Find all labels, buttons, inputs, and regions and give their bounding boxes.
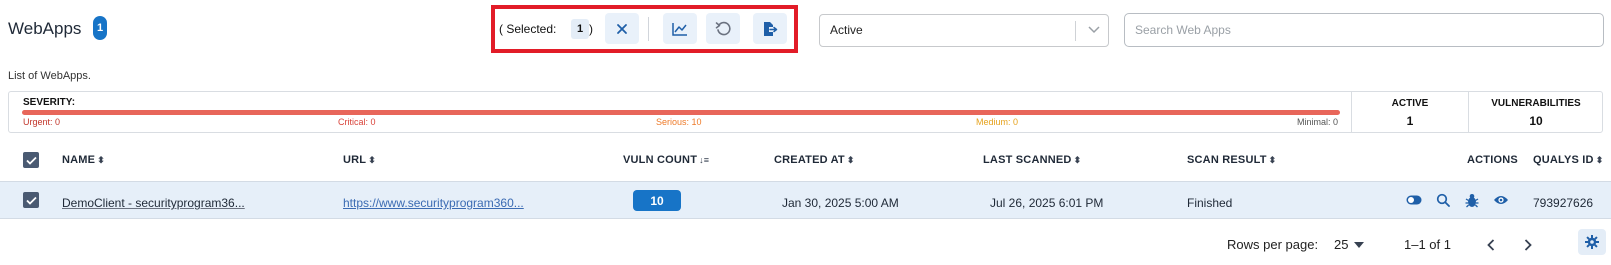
next-page-button[interactable] xyxy=(1521,236,1535,254)
count-badge: 1 xyxy=(93,16,107,40)
status-filter-value: Active xyxy=(830,23,863,37)
sort-icon: ⬍ xyxy=(1268,154,1277,165)
column-scan-result-label: SCAN RESULT xyxy=(1187,154,1267,166)
active-stat-label: ACTIVE xyxy=(1391,98,1429,109)
column-header-created-at[interactable]: CREATED AT ⬍ xyxy=(774,154,855,166)
reset-button[interactable] xyxy=(706,13,740,44)
chevron-left-icon xyxy=(1487,239,1495,251)
chart-button[interactable] xyxy=(663,13,697,44)
selected-label: ( Selected: xyxy=(499,22,557,36)
select-all-checkbox[interactable] xyxy=(23,152,39,168)
previous-page-button[interactable] xyxy=(1484,236,1498,254)
scan-result-cell: Finished xyxy=(1187,196,1233,210)
column-vuln-count-label: VULN COUNT xyxy=(623,154,698,166)
column-header-vuln-count[interactable]: VULN COUNT ↓≡ xyxy=(623,154,709,166)
column-header-url[interactable]: URL ⬍ xyxy=(343,154,376,166)
check-icon xyxy=(25,196,37,205)
toggle-icon[interactable] xyxy=(1405,191,1423,209)
column-header-last-scanned[interactable]: LAST SCANNED ⬍ xyxy=(983,154,1081,166)
chevron-right-icon xyxy=(1524,239,1532,251)
column-actions-label: ACTIONS xyxy=(1467,154,1518,166)
refresh-icon xyxy=(715,21,731,35)
severity-medium: Medium: 0 xyxy=(976,117,1019,127)
sort-icon: ⬍ xyxy=(1595,154,1604,165)
page-title: WebApps xyxy=(8,19,82,38)
severity-label: SEVERITY: xyxy=(23,97,76,108)
rows-per-page-label: Rows per page: xyxy=(1227,237,1319,252)
last-scanned-cell: Jul 26, 2025 6:01 PM xyxy=(990,196,1104,210)
severity-minimal: Minimal: 0 xyxy=(1297,117,1339,127)
vuln-count-badge[interactable]: 10 xyxy=(633,190,681,211)
gear-icon xyxy=(1585,235,1599,249)
webapp-name-link[interactable]: DemoClient - securityprogram36... xyxy=(62,196,245,210)
rows-per-page-value: 25 xyxy=(1334,237,1349,252)
close-icon xyxy=(617,23,627,34)
column-last-scanned-label: LAST SCANNED xyxy=(983,154,1072,166)
rows-per-page-select[interactable]: 25 xyxy=(1334,237,1365,252)
eye-icon[interactable] xyxy=(1492,191,1510,209)
webapp-url-link[interactable]: https://www.securityprogram360... xyxy=(343,196,524,210)
severity-serious: Serious: 10 xyxy=(656,117,702,127)
severity-bar xyxy=(22,110,1340,115)
column-url-label: URL xyxy=(343,154,367,166)
check-icon xyxy=(25,156,37,165)
active-stat-value: 1 xyxy=(1406,114,1414,128)
qualys-id-cell: 793927626 xyxy=(1533,196,1594,210)
caret-down-icon xyxy=(1354,241,1365,248)
column-qualys-id-label: QUALYS ID xyxy=(1533,154,1594,166)
chevron-down-icon[interactable] xyxy=(1087,22,1101,40)
column-header-actions: ACTIONS xyxy=(1467,154,1518,166)
toolbar-divider xyxy=(648,17,649,41)
column-name-label: NAME xyxy=(62,154,96,166)
search-icon[interactable] xyxy=(1434,191,1452,209)
bug-icon[interactable] xyxy=(1463,191,1481,209)
vulnerabilities-stat-value: 10 xyxy=(1529,114,1543,128)
column-header-name[interactable]: NAME ⬍ xyxy=(62,154,105,166)
column-header-scan-result[interactable]: SCAN RESULT ⬍ xyxy=(1187,154,1276,166)
severity-critical: Critical: 0 xyxy=(338,117,376,127)
clear-selection-button[interactable] xyxy=(605,13,639,44)
export-icon xyxy=(764,21,778,36)
sort-icon: ⬍ xyxy=(97,154,105,165)
sort-icon: ⬍ xyxy=(368,154,376,165)
table-settings-button[interactable] xyxy=(1578,229,1606,255)
sort-icon: ⬍ xyxy=(846,154,855,165)
column-created-at-label: CREATED AT xyxy=(774,154,845,166)
export-button[interactable] xyxy=(753,13,787,44)
search-input[interactable] xyxy=(1124,13,1604,47)
created-at-cell: Jan 30, 2025 5:00 AM xyxy=(782,196,899,210)
line-chart-icon xyxy=(672,22,687,36)
row-checkbox[interactable] xyxy=(23,192,39,208)
selected-close-paren: ) xyxy=(589,22,593,36)
pagination-range: 1–1 of 1 xyxy=(1404,237,1451,252)
vulnerabilities-stat-label: VULNERABILITIES xyxy=(1491,98,1581,109)
column-header-qualys-id[interactable]: QUALYS ID ⬍ xyxy=(1533,154,1603,166)
select-separator xyxy=(1075,21,1076,41)
severity-urgent: Urgent: 0 xyxy=(23,117,61,127)
selected-count-badge: 1 xyxy=(571,19,589,39)
sort-icon: ⬍ xyxy=(1073,154,1082,165)
sort-descending-icon: ↓≡ xyxy=(699,155,710,165)
page-subtitle: List of WebApps. xyxy=(8,70,91,82)
